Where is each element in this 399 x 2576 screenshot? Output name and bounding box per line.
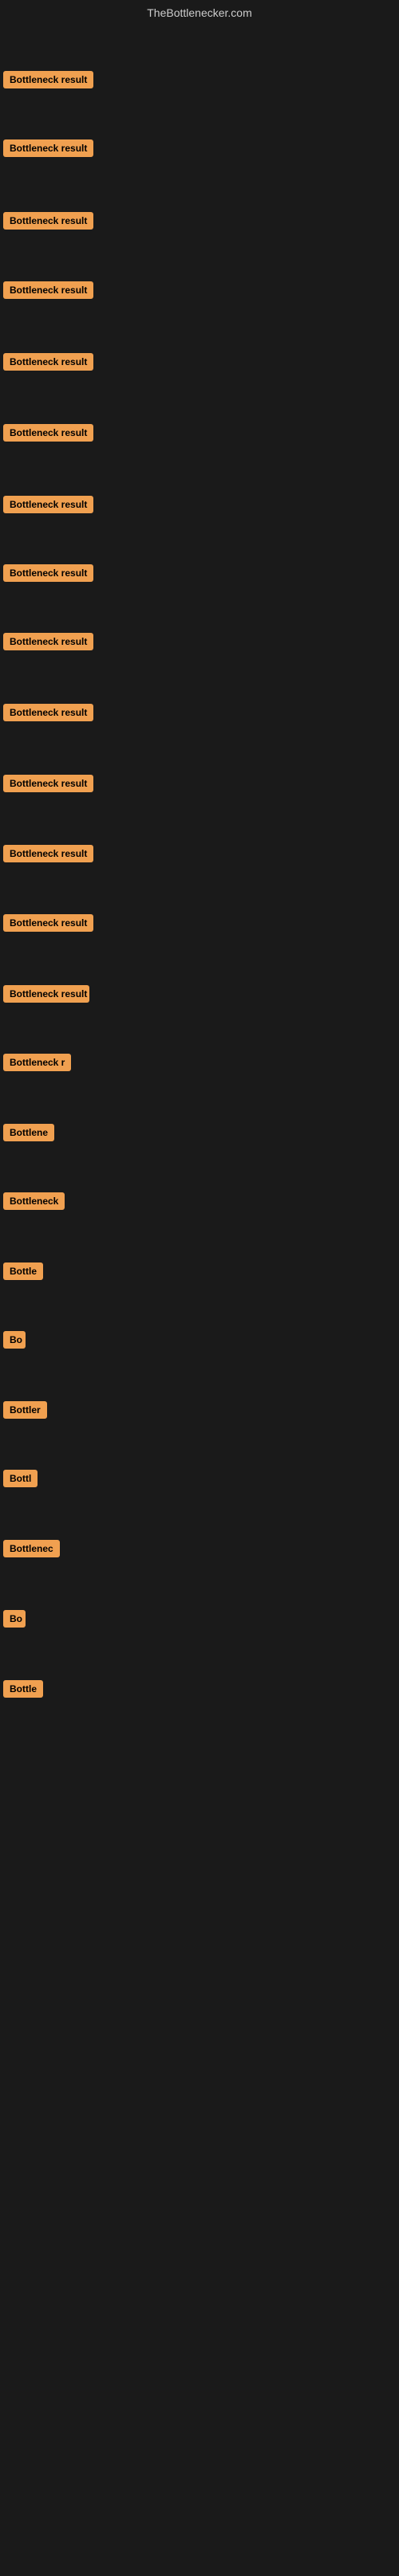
bottleneck-badge-3[interactable]: Bottleneck result: [3, 212, 93, 230]
bottleneck-badge-1[interactable]: Bottleneck result: [3, 71, 93, 88]
bottleneck-badge-17[interactable]: Bottleneck: [3, 1192, 65, 1210]
badge-row-20: Bottler: [3, 1401, 47, 1423]
badge-row-4: Bottleneck result: [3, 281, 93, 303]
badge-row-21: Bottl: [3, 1470, 38, 1491]
badge-row-12: Bottleneck result: [3, 845, 93, 866]
badge-row-18: Bottle: [3, 1262, 43, 1284]
badge-row-9: Bottleneck result: [3, 633, 93, 654]
bottleneck-badge-13[interactable]: Bottleneck result: [3, 914, 93, 932]
site-header: TheBottlenecker.com: [0, 0, 399, 26]
badge-row-1: Bottleneck result: [3, 71, 93, 92]
badge-row-2: Bottleneck result: [3, 139, 93, 161]
bottleneck-badge-16[interactable]: Bottlene: [3, 1124, 54, 1141]
bottleneck-badge-24[interactable]: Bottle: [3, 1680, 43, 1698]
bottleneck-badge-15[interactable]: Bottleneck r: [3, 1054, 71, 1071]
badge-row-7: Bottleneck result: [3, 496, 93, 517]
badge-row-16: Bottlene: [3, 1124, 54, 1145]
site-title: TheBottlenecker.com: [0, 0, 399, 26]
badge-row-23: Bo: [3, 1610, 26, 1632]
bottleneck-badge-5[interactable]: Bottleneck result: [3, 353, 93, 371]
badge-row-10: Bottleneck result: [3, 704, 93, 725]
bottleneck-badge-18[interactable]: Bottle: [3, 1262, 43, 1280]
bottleneck-badge-7[interactable]: Bottleneck result: [3, 496, 93, 513]
bottleneck-badge-8[interactable]: Bottleneck result: [3, 564, 93, 582]
badge-row-6: Bottleneck result: [3, 424, 93, 446]
bottleneck-badge-14[interactable]: Bottleneck result: [3, 985, 89, 1003]
bottleneck-badge-23[interactable]: Bo: [3, 1610, 26, 1628]
bottleneck-badge-4[interactable]: Bottleneck result: [3, 281, 93, 299]
badge-row-24: Bottle: [3, 1680, 43, 1702]
badge-row-3: Bottleneck result: [3, 212, 93, 234]
bottleneck-badge-6[interactable]: Bottleneck result: [3, 424, 93, 442]
bottleneck-badge-11[interactable]: Bottleneck result: [3, 775, 93, 792]
badge-row-17: Bottleneck: [3, 1192, 65, 1214]
badge-row-8: Bottleneck result: [3, 564, 93, 586]
badge-row-14: Bottleneck result: [3, 985, 89, 1007]
badge-row-22: Bottlenec: [3, 1540, 60, 1561]
bottleneck-badge-12[interactable]: Bottleneck result: [3, 845, 93, 862]
bottleneck-badge-2[interactable]: Bottleneck result: [3, 139, 93, 157]
badge-row-5: Bottleneck result: [3, 353, 93, 375]
bottleneck-badge-20[interactable]: Bottler: [3, 1401, 47, 1419]
badge-row-15: Bottleneck r: [3, 1054, 71, 1075]
badge-row-11: Bottleneck result: [3, 775, 93, 796]
bottleneck-badge-22[interactable]: Bottlenec: [3, 1540, 60, 1557]
badges-container: Bottleneck result Bottleneck result Bottle…: [0, 26, 399, 2576]
bottleneck-badge-10[interactable]: Bottleneck result: [3, 704, 93, 721]
badge-row-19: Bo: [3, 1331, 26, 1353]
bottleneck-badge-21[interactable]: Bottl: [3, 1470, 38, 1487]
bottleneck-badge-9[interactable]: Bottleneck result: [3, 633, 93, 650]
badge-row-13: Bottleneck result: [3, 914, 93, 936]
bottleneck-badge-19[interactable]: Bo: [3, 1331, 26, 1349]
